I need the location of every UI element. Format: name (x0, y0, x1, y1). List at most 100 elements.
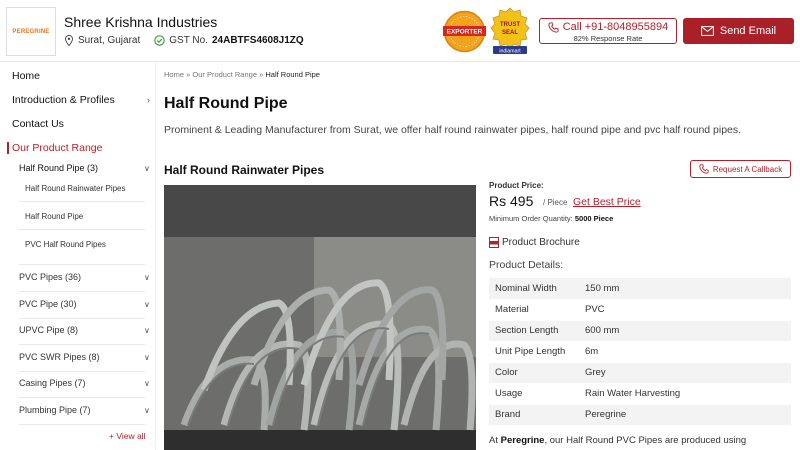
call-label: Call +91-8048955894 (562, 21, 669, 33)
sidebar-category[interactable]: PVC SWR Pipes (8) (19, 352, 100, 362)
chevron-down-icon[interactable]: ∨ (144, 300, 150, 309)
table-row: Usage Rain Water Harvesting (489, 383, 791, 405)
divider (19, 201, 145, 202)
breadcrumb-product-range[interactable]: Our Product Range (192, 70, 257, 79)
product-details-label: Product Details: (489, 259, 564, 271)
gst-label: GST No. (169, 35, 208, 46)
para-prefix: At (489, 435, 498, 446)
spec-value: Peregrine (579, 404, 791, 426)
spec-value: 600 mm (579, 320, 791, 342)
company-logo[interactable]: PEREGRINE (6, 7, 56, 56)
sidebar-category[interactable]: PVC Pipes (36) (19, 272, 81, 282)
spec-value: Rain Water Harvesting (579, 383, 791, 405)
request-callback-button[interactable]: Request A Callback (690, 160, 791, 178)
sidebar-category-current[interactable]: Half Round Pipe (3) (19, 163, 98, 173)
divider (19, 424, 145, 425)
envelope-icon (700, 26, 714, 36)
verified-check-icon (154, 35, 166, 46)
moq-value: 5000 Piece (574, 214, 614, 223)
logo-text: PEREGRINE (12, 28, 50, 35)
divider (19, 371, 145, 372)
get-best-price-link[interactable]: Get Best Price (573, 196, 641, 208)
page-title: Half Round Pipe (164, 95, 288, 112)
spec-key: Usage (489, 383, 579, 405)
chevron-down-icon[interactable]: ∨ (144, 353, 150, 362)
spec-value: Grey (579, 362, 791, 384)
para-rest: , our Half Round PVC Pipes are produced … (544, 435, 747, 446)
table-row: Unit Pipe Length 6m (489, 341, 791, 363)
table-row: Nominal Width 150 mm (489, 278, 791, 300)
divider (19, 264, 145, 265)
indiamart-text: indiamart (499, 48, 521, 54)
table-row: Brand Peregrine (489, 404, 791, 426)
spec-key: Material (489, 299, 579, 321)
product-title[interactable]: Half Round Rainwater Pipes (164, 163, 324, 177)
spec-key: Nominal Width (489, 278, 579, 300)
spec-key: Color (489, 362, 579, 384)
divider (19, 229, 145, 230)
request-callback-label: Request A Callback (712, 164, 783, 174)
nav-introduction[interactable]: Introduction & Profiles (12, 94, 115, 106)
sidebar-category[interactable]: UPVC Pipe (8) (19, 325, 78, 335)
spec-key: Section Length (489, 320, 579, 342)
sidebar-category[interactable]: Casing Pipes (7) (19, 378, 86, 388)
breadcrumb-current: Half Round Pipe (265, 70, 320, 79)
price-unit: / Piece (543, 198, 568, 207)
location-text: Surat, Gujarat (78, 35, 141, 46)
exporter-badge-icon: EXPORTER (443, 10, 486, 53)
view-all-link[interactable]: + View all (109, 431, 145, 441)
table-row: Section Length 600 mm (489, 320, 791, 342)
page-description: Prominent & Leading Manufacturer from Su… (164, 124, 742, 136)
chevron-down-icon[interactable]: ∨ (144, 273, 150, 282)
divider (19, 344, 145, 345)
para-brand: Peregrine (500, 435, 545, 446)
gst-number: 24ABTFS4608J1ZQ (211, 35, 304, 46)
product-specs-table: Nominal Width 150 mm Material PVC Section … (489, 278, 791, 426)
divider (19, 318, 145, 319)
moq-label: Minimum Order Quantity: (489, 214, 573, 223)
minimum-order-quantity: Minimum Order Quantity: 5000 Piece (489, 214, 613, 223)
divider (19, 291, 145, 292)
chevron-down-icon[interactable]: ∨ (144, 326, 150, 335)
sidebar-category[interactable]: Plumbing Pipe (7) (19, 405, 91, 415)
company-name[interactable]: Shree Krishna Industries (64, 14, 217, 30)
product-brochure-label: Product Brochure (502, 237, 580, 248)
location-row: Surat, Gujarat GST No. 24ABTFS4608J1ZQ (64, 35, 304, 46)
sidebar-category[interactable]: PVC Pipe (30) (19, 299, 77, 309)
nav-contact-us[interactable]: Contact Us (12, 118, 64, 130)
response-rate: 82% Response Rate (573, 34, 643, 43)
call-button[interactable]: Call +91-8048955894 82% Response Rate (539, 18, 677, 44)
product-brochure-link[interactable]: Product Brochure (489, 237, 580, 248)
chevron-right-icon[interactable]: › (147, 95, 150, 105)
chevron-down-icon[interactable]: ∨ (144, 406, 150, 415)
trustseal-badge-icon: TRUST SEAL indiamart (490, 7, 530, 54)
spec-key: Unit Pipe Length (489, 341, 579, 363)
sidebar-sub-item[interactable]: PVC Half Round Pipes (25, 240, 106, 249)
table-row: Color Grey (489, 362, 791, 384)
breadcrumb: Home » Our Product Range » Half Round Pi… (164, 70, 320, 79)
divider (19, 397, 145, 398)
chevron-down-icon[interactable]: ∨ (144, 379, 150, 388)
table-row: Material PVC (489, 299, 791, 321)
phone-icon (548, 21, 559, 33)
chevron-down-icon[interactable]: ∨ (144, 164, 150, 173)
product-image[interactable] (164, 185, 476, 450)
our-product-range-heading[interactable]: Our Product Range (7, 142, 102, 154)
send-email-label: Send Email (719, 25, 777, 37)
sidebar: Home Introduction & Profiles › Contact U… (0, 62, 156, 450)
send-email-button[interactable]: Send Email (683, 18, 794, 44)
sidebar-sub-item[interactable]: Half Round Rainwater Pipes (25, 184, 126, 193)
spec-value: 6m (579, 341, 791, 363)
spec-value: PVC (579, 299, 791, 321)
pipes-photo-illustration (164, 185, 476, 450)
pdf-icon (489, 237, 499, 248)
product-price-label: Product Price: (489, 181, 544, 190)
product-price: Rs 495 (489, 193, 534, 209)
exporter-badge-text: EXPORTER (447, 29, 483, 36)
spec-value: 150 mm (579, 278, 791, 300)
svg-text:SEAL: SEAL (502, 30, 518, 36)
breadcrumb-home[interactable]: Home (164, 70, 184, 79)
svg-text:TRUST: TRUST (500, 22, 520, 28)
sidebar-sub-item[interactable]: Half Round Pipe (25, 212, 83, 221)
nav-home[interactable]: Home (12, 70, 40, 82)
